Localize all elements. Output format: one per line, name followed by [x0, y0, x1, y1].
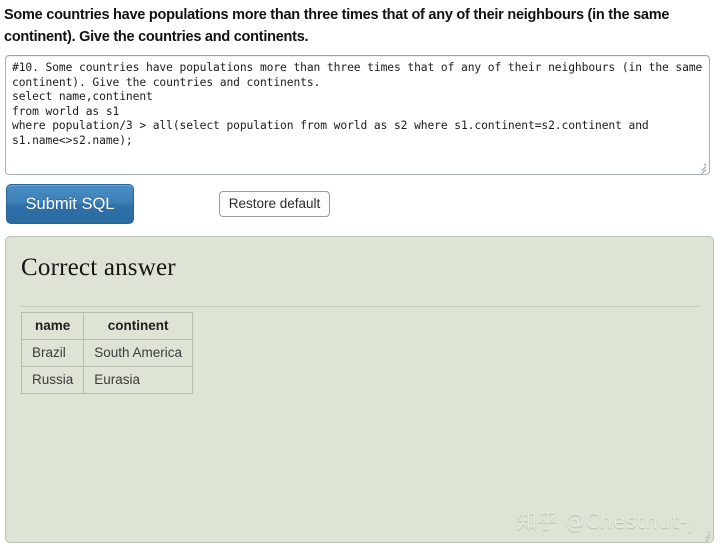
panel-resize-grip-icon[interactable] — [699, 529, 711, 542]
table-row: Russia Eurasia — [20, 366, 194, 394]
question-prompt: Some countries have populations more tha… — [4, 7, 670, 45]
cell-name: Russia — [20, 366, 85, 394]
cell-continent: Eurasia — [83, 366, 194, 394]
column-header-name: name — [20, 312, 85, 340]
correct-answer-panel: Correct answer name continent Brazil Sou… — [5, 236, 714, 543]
result-table: name continent Brazil South America Russ… — [20, 312, 194, 394]
cell-continent: South America — [83, 339, 194, 367]
sql-editor-value[interactable]: #10. Some countries have populations mor… — [12, 61, 703, 149]
result-title: Correct answer — [21, 254, 176, 281]
sql-editor[interactable]: #10. Some countries have populations mor… — [5, 55, 710, 175]
table-row: Brazil South America — [20, 339, 194, 367]
cell-name: Brazil — [20, 339, 85, 367]
table-header-row: name continent — [20, 312, 194, 340]
resize-grip-icon[interactable] — [695, 161, 707, 174]
submit-sql-button[interactable]: Submit SQL — [6, 184, 134, 224]
restore-default-button[interactable]: Restore default — [219, 191, 330, 217]
result-divider — [21, 306, 700, 307]
watermark: 知乎 @Chestnut-J — [517, 509, 695, 533]
column-header-continent: continent — [83, 312, 194, 340]
